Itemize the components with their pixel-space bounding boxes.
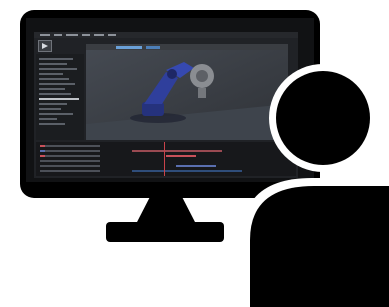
person-icon	[242, 64, 389, 307]
illustration-scene	[0, 0, 389, 307]
